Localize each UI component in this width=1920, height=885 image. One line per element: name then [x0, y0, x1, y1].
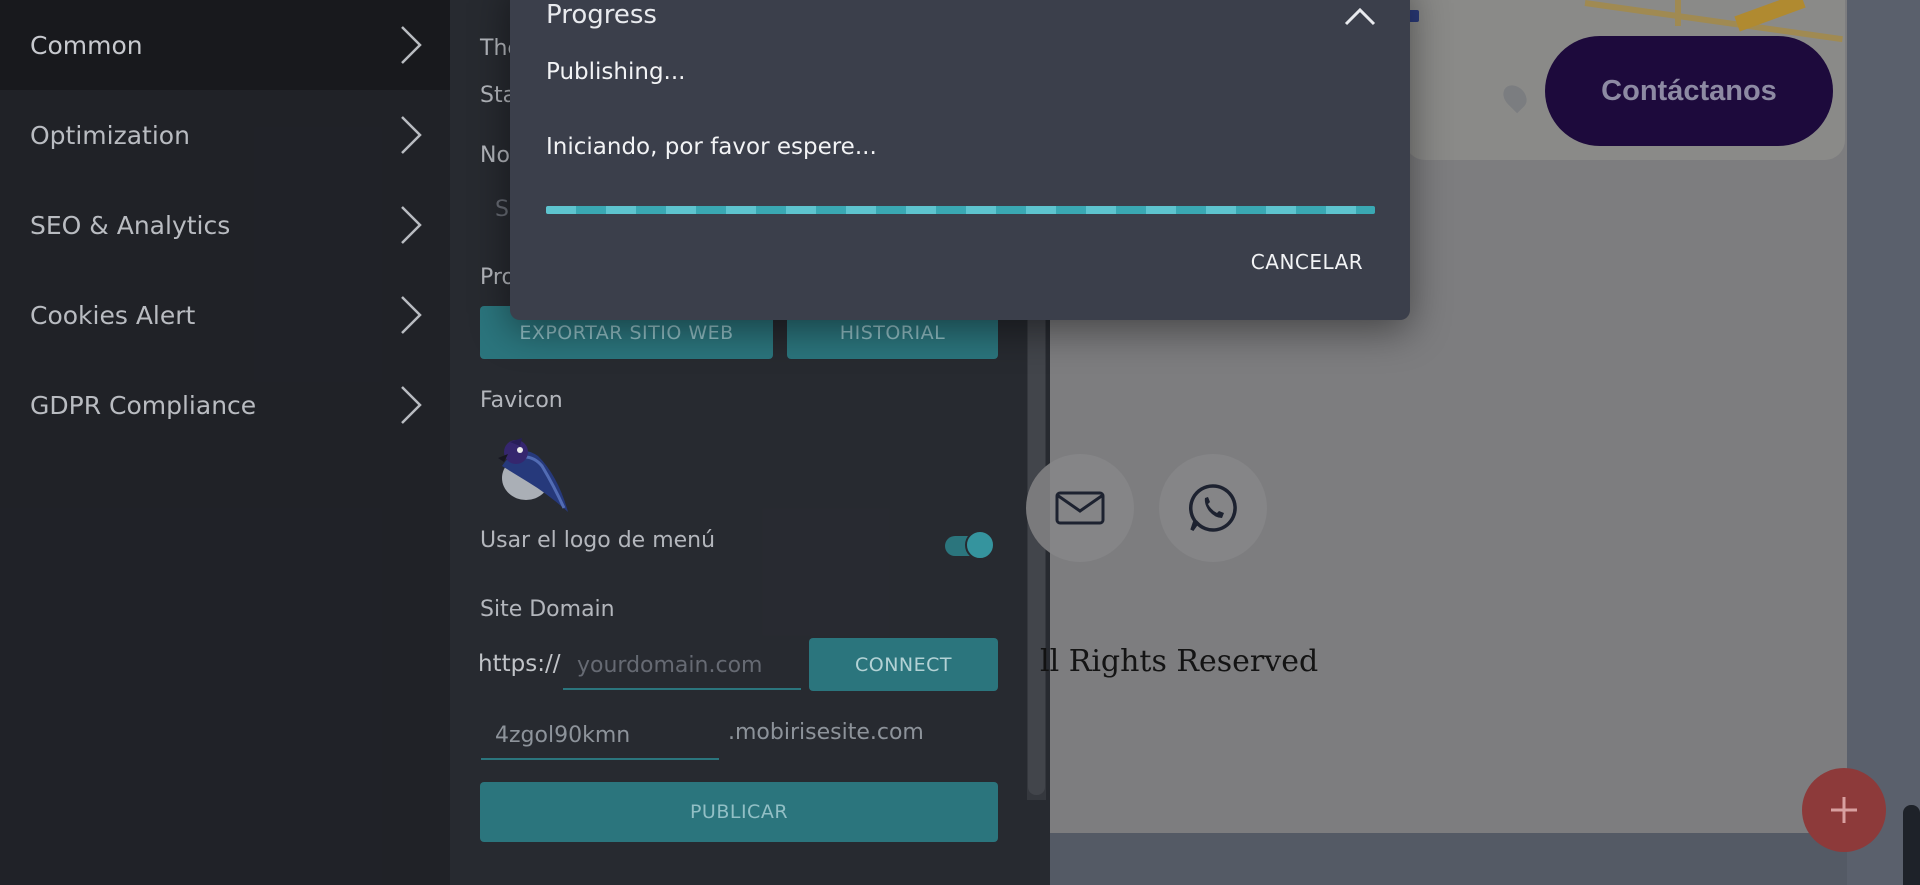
- close-icon[interactable]: [1340, 0, 1380, 28]
- mail-icon: [1055, 491, 1105, 525]
- whatsapp-icon: [1189, 484, 1237, 532]
- progress-bar: [546, 206, 1375, 214]
- add-block-button[interactable]: [1802, 768, 1886, 852]
- cancel-button[interactable]: CANCELAR: [1237, 242, 1377, 282]
- preview-bottom-bar: [1050, 833, 1920, 885]
- publishing-status: Publishing...: [546, 59, 686, 85]
- copyright-text: ll Rights Reserved: [1040, 644, 1319, 679]
- page-scrollbar-thumb[interactable]: [1903, 805, 1920, 885]
- contact-us-button[interactable]: Contáctanos: [1545, 36, 1833, 146]
- dialog-title: Progress: [546, 0, 657, 30]
- progress-message: Iniciando, por favor espere...: [546, 134, 877, 160]
- preview-side-strip: [1847, 0, 1920, 885]
- plus-icon: [1831, 797, 1857, 823]
- map-pin-icon: [1498, 80, 1532, 114]
- progress-dialog: Progress Publishing... Iniciando, por fa…: [510, 0, 1410, 320]
- whatsapp-circle-button[interactable]: [1159, 454, 1267, 562]
